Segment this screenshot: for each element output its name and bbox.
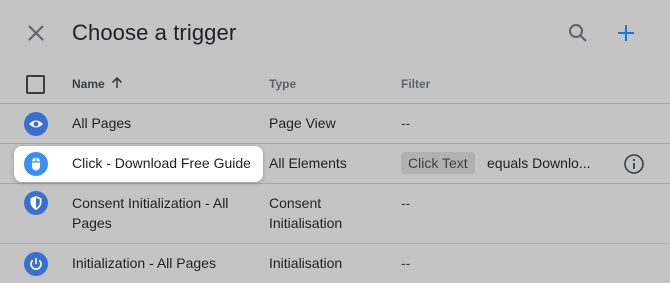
trigger-chooser: Choose a trigger Name Type Filter All Pa… — [0, 0, 670, 283]
trigger-filter: -- — [401, 115, 411, 131]
arrow-up-icon[interactable] — [110, 76, 124, 90]
column-header-name[interactable]: Name — [72, 77, 105, 91]
eye-icon — [24, 112, 48, 136]
trigger-name: All Pages — [72, 115, 132, 131]
mouse-icon — [24, 152, 48, 176]
close-icon — [28, 25, 44, 41]
search-button[interactable] — [564, 19, 592, 47]
trigger-type: Page View — [269, 115, 336, 131]
filter-condition: equals Downlo... — [487, 155, 591, 171]
column-header-row: Name Type Filter — [0, 66, 670, 104]
header: Choose a trigger — [0, 0, 670, 66]
trigger-type: All Elements — [269, 155, 347, 171]
page-title: Choose a trigger — [72, 20, 237, 45]
shield-icon — [24, 191, 48, 215]
trigger-name: Initialization - All Pages — [72, 255, 216, 271]
trigger-filter: -- — [401, 195, 411, 211]
filter-chip: Click Text — [401, 152, 475, 174]
trigger-name: Consent Initialization - All Pages — [72, 195, 229, 231]
column-header-filter: Filter — [401, 77, 431, 91]
power-icon — [24, 252, 48, 276]
trigger-filter: -- — [401, 255, 411, 271]
table-row[interactable]: Initialization - All Pages Initialisatio… — [0, 244, 670, 283]
info-button[interactable] — [623, 153, 645, 175]
table-row-selected[interactable]: Click - Download Free Guide All Elements… — [0, 144, 670, 184]
select-all-checkbox[interactable] — [26, 75, 45, 94]
info-icon — [624, 154, 644, 174]
add-trigger-button[interactable] — [612, 19, 640, 47]
trigger-type: Initialisation — [269, 255, 343, 271]
trigger-type: Consent Initialisation — [269, 195, 343, 231]
search-icon — [569, 24, 587, 42]
table-row[interactable]: All Pages Page View -- — [0, 104, 670, 144]
trigger-name: Click - Download Free Guide — [72, 155, 251, 171]
column-header-type: Type — [269, 77, 297, 91]
table-row[interactable]: Consent Initialization - All Pages Conse… — [0, 184, 670, 244]
close-button[interactable] — [22, 19, 50, 47]
add-icon — [618, 25, 634, 41]
